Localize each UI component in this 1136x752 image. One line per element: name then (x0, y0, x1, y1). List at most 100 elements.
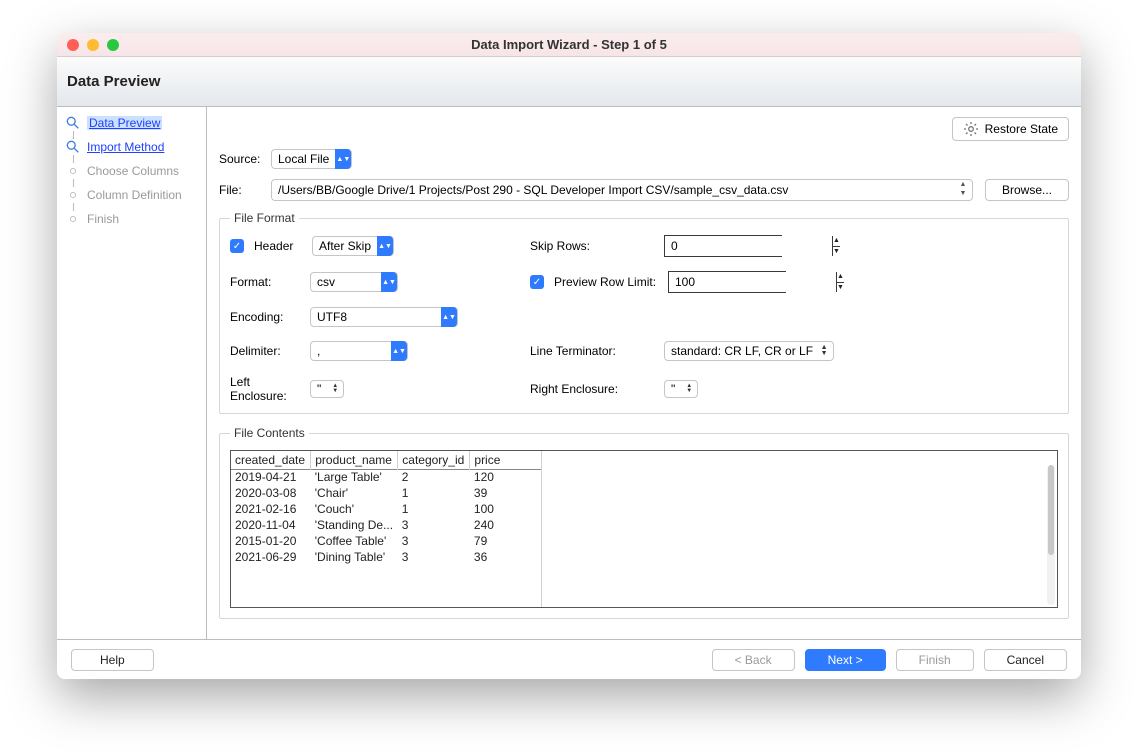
zoom-icon[interactable] (107, 39, 119, 51)
column-header[interactable]: category_id (398, 451, 470, 469)
preview-table: created_date product_name category_id pr… (231, 451, 541, 565)
table-cell: 240 (470, 517, 541, 533)
format-row: Format: csv ▲▼ (230, 272, 510, 292)
header-row: ✓ Header After Skip ▲▼ (230, 236, 510, 256)
file-row: File: /Users/BB/Google Drive/1 Projects/… (219, 179, 1069, 201)
file-format-legend: File Format (230, 211, 299, 225)
minimize-icon[interactable] (87, 39, 99, 51)
preview-limit-label: Preview Row Limit: (554, 275, 658, 289)
left-enclosure-select[interactable]: " ▲▼ (310, 380, 344, 398)
table-cell: 2020-03-08 (231, 485, 311, 501)
header-checkbox[interactable]: ✓ (230, 239, 244, 253)
wizard-sidebar: Data Preview Import Method Choose Column… (57, 107, 207, 639)
right-enclosure-row: Right Enclosure: " ▲▼ (530, 380, 1058, 398)
table-cell: 'Couch' (311, 501, 398, 517)
table-cell: 39 (470, 485, 541, 501)
header-label: Header (254, 239, 302, 253)
column-header[interactable]: created_date (231, 451, 311, 469)
file-format-group: File Format ✓ Header After Skip ▲▼ Skip … (219, 211, 1069, 414)
preview-limit-checkbox[interactable]: ✓ (530, 275, 544, 289)
right-enclosure-select[interactable]: " ▲▼ (664, 380, 698, 398)
table-cell: 1 (398, 501, 470, 517)
table-cell: 2019-04-21 (231, 469, 311, 485)
spin-down-icon[interactable]: ▼ (833, 247, 840, 257)
page-title: Data Preview (67, 73, 160, 90)
table-cell: 'Standing De... (311, 517, 398, 533)
delimiter-label: Delimiter: (230, 344, 300, 358)
step-data-preview[interactable]: Data Preview (57, 111, 206, 135)
cancel-button[interactable]: Cancel (984, 649, 1067, 671)
table-cell: 2015-01-20 (231, 533, 311, 549)
format-select[interactable]: csv ▲▼ (310, 272, 398, 292)
table-row[interactable]: 2020-11-04'Standing De...3240 (231, 517, 541, 533)
step-label: Column Definition (87, 188, 182, 202)
table-cell: 120 (470, 469, 541, 485)
source-label: Source: (219, 152, 271, 166)
table-cell: 3 (398, 549, 470, 565)
file-path-input[interactable]: /Users/BB/Google Drive/1 Projects/Post 2… (271, 179, 973, 201)
close-icon[interactable] (67, 39, 79, 51)
wizard-window: Data Import Wizard - Step 1 of 5 Data Pr… (57, 33, 1081, 679)
step-label: Data Preview (87, 116, 162, 130)
spin-up-icon[interactable]: ▲ (837, 272, 844, 283)
chevron-updown-icon: ▲▼ (819, 345, 829, 357)
scrollbar-thumb[interactable] (1048, 465, 1054, 555)
table-cell: 2021-02-16 (231, 501, 311, 517)
step-choose-columns: Choose Columns (57, 159, 206, 183)
titlebar: Data Import Wizard - Step 1 of 5 (57, 33, 1081, 57)
magnifier-icon (65, 115, 81, 131)
table-cell: 2020-11-04 (231, 517, 311, 533)
restore-state-button[interactable]: Restore State (952, 117, 1069, 141)
column-header[interactable]: price (470, 451, 541, 469)
step-column-definition: Column Definition (57, 183, 206, 207)
chevron-updown-icon: ▲▼ (381, 272, 397, 292)
chevron-updown-icon: ▲▼ (685, 384, 693, 394)
delimiter-select[interactable]: , ▲▼ (310, 341, 408, 361)
encoding-label: Encoding: (230, 310, 300, 324)
skip-rows-spinner[interactable]: ▲▼ (664, 235, 782, 257)
browse-button[interactable]: Browse... (985, 179, 1069, 201)
spin-up-icon[interactable]: ▲ (833, 236, 840, 247)
step-label: Choose Columns (87, 164, 179, 178)
table-row[interactable]: 2015-01-20'Coffee Table'379 (231, 533, 541, 549)
circle-icon (65, 211, 81, 227)
file-contents-legend: File Contents (230, 426, 309, 440)
column-header[interactable]: product_name (311, 451, 398, 469)
table-cell: 36 (470, 549, 541, 565)
format-label: Format: (230, 275, 300, 289)
delimiter-row: Delimiter: , ▲▼ (230, 341, 510, 361)
back-button: < Back (712, 649, 795, 671)
divider (541, 451, 542, 607)
chevron-updown-icon: ▲▼ (377, 236, 393, 256)
table-cell: 'Large Table' (311, 469, 398, 485)
step-import-method[interactable]: Import Method (57, 135, 206, 159)
table-cell: 3 (398, 517, 470, 533)
encoding-select[interactable]: UTF8 ▲▼ (310, 307, 458, 327)
table-cell: 'Dining Table' (311, 549, 398, 565)
line-terminator-label: Line Terminator: (530, 344, 654, 358)
table-cell: 1 (398, 485, 470, 501)
help-button[interactable]: Help (71, 649, 154, 671)
header-mode-select[interactable]: After Skip ▲▼ (312, 236, 394, 256)
table-row[interactable]: 2019-04-21'Large Table'2120 (231, 469, 541, 485)
file-label: File: (219, 183, 271, 197)
table-row[interactable]: 2020-03-08'Chair'139 (231, 485, 541, 501)
skip-rows-row: Skip Rows: ▲▼ (530, 235, 1058, 257)
source-select[interactable]: Local File ▲▼ (271, 149, 352, 169)
stepper-icon[interactable]: ▲▼ (956, 181, 970, 199)
table-cell: 'Chair' (311, 485, 398, 501)
spin-down-icon[interactable]: ▼ (837, 283, 844, 293)
vertical-scrollbar[interactable] (1047, 465, 1055, 605)
preview-limit-input[interactable] (669, 272, 836, 292)
next-button[interactable]: Next > (805, 649, 886, 671)
magnifier-icon (65, 139, 81, 155)
preview-limit-spinner[interactable]: ▲▼ (668, 271, 786, 293)
preview-table-container: created_date product_name category_id pr… (230, 450, 1058, 608)
circle-icon (65, 163, 81, 179)
skip-rows-label: Skip Rows: (530, 239, 654, 253)
table-row[interactable]: 2021-02-16'Couch'1100 (231, 501, 541, 517)
skip-rows-input[interactable] (665, 236, 832, 256)
line-terminator-select[interactable]: standard: CR LF, CR or LF ▲▼ (664, 341, 834, 361)
table-cell: 79 (470, 533, 541, 549)
table-row[interactable]: 2021-06-29'Dining Table'336 (231, 549, 541, 565)
